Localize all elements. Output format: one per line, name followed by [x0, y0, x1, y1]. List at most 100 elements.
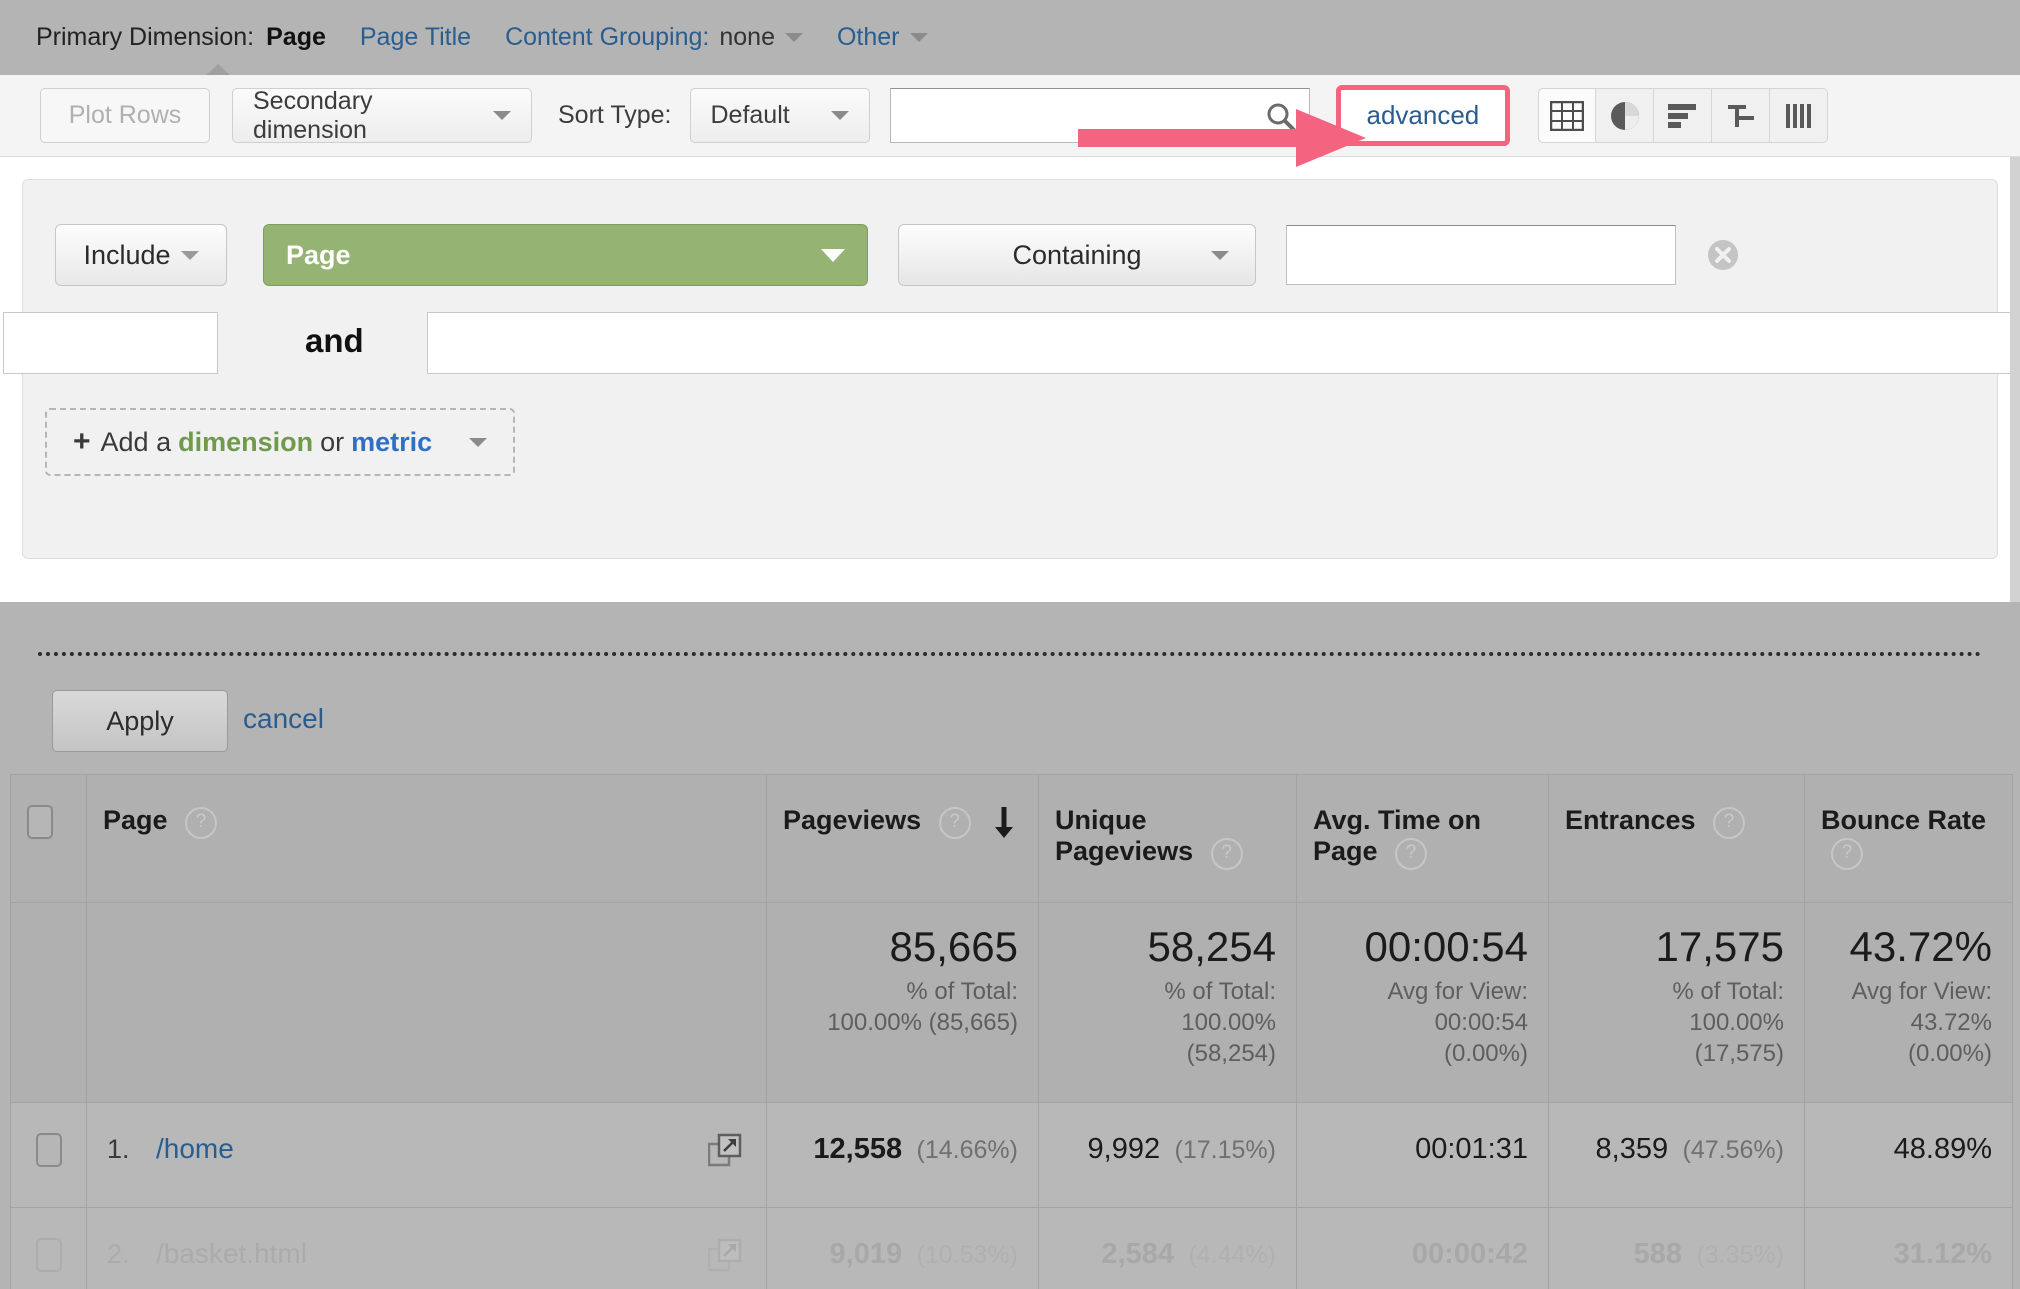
plot-rows-button[interactable]: Plot Rows: [40, 88, 210, 143]
summary-select-cell: [10, 902, 87, 1103]
help-icon[interactable]: ?: [185, 807, 218, 839]
row-avg-time-cell: 00:00:42: [1296, 1207, 1549, 1289]
advanced-filter-panel: Include Page Containing and + Add a dime…: [0, 157, 2020, 602]
row-page-link[interactable]: /home: [156, 1133, 234, 1164]
row-page-link[interactable]: /basket.html: [156, 1238, 307, 1269]
filter-include-exclude-dropdown[interactable]: Include: [55, 224, 227, 286]
summary-bounce-rate-note1: Avg for View:: [1851, 978, 1992, 1006]
row-entrances-value: 588: [1633, 1238, 1682, 1270]
pivot-view-icon[interactable]: [1770, 88, 1829, 143]
primary-dimension-selected-page[interactable]: Page: [266, 23, 326, 52]
column-header-bounce-rate[interactable]: Bounce Rate ?: [1804, 774, 2013, 903]
help-icon[interactable]: ?: [1831, 838, 1863, 870]
add-dimension-word: dimension: [178, 426, 314, 457]
help-icon[interactable]: ?: [1713, 807, 1746, 839]
row-pageviews-pct: (10.53%): [916, 1241, 1018, 1269]
pages-data-table: Page ? Pageviews ? Unique Pageviews ? Av…: [10, 774, 2013, 1289]
chevron-down-icon: [469, 437, 487, 447]
summary-bounce-rate-note2: 43.72%: [1910, 1008, 1992, 1036]
primary-dimension-label: Primary Dimension:: [36, 23, 255, 51]
add-metric-word: metric: [351, 426, 433, 457]
google-analytics-pages-report: Primary Dimension: Page Page Title Conte…: [0, 0, 2020, 1289]
table-row[interactable]: 1. /home 12,558 (14.66%) 9,992 (17.15%) …: [10, 1102, 2013, 1208]
row-checkbox[interactable]: [35, 1133, 62, 1167]
apply-button[interactable]: Apply: [52, 690, 228, 752]
content-grouping-label: Content Grouping:: [505, 23, 710, 51]
row-index: 2.: [107, 1239, 130, 1269]
summary-avg-time-value: 00:00:54: [1364, 923, 1529, 970]
summary-avg-time-note2: 00:00:54: [1434, 1008, 1528, 1036]
table-view-icon[interactable]: [1538, 88, 1597, 143]
filter-actions-bar: Apply cancel: [0, 602, 2020, 774]
add-or-word: or: [320, 426, 345, 457]
summary-pageviews-cell: 85,665 % of Total: 100.00% (85,665): [766, 902, 1039, 1103]
sort-type-button[interactable]: Default: [689, 88, 870, 143]
row-entrances-value: 8,359: [1595, 1133, 1669, 1165]
row-avg-time-value: 00:00:42: [1411, 1238, 1528, 1270]
and-right-input[interactable]: [427, 312, 2017, 374]
chevron-down-icon: [180, 250, 199, 260]
summary-entrances-note1: % of Total:: [1672, 978, 1784, 1006]
row-unique-pageviews-cell: 2,584 (4.44%): [1038, 1207, 1297, 1289]
content-grouping-selector[interactable]: Content Grouping: none: [505, 23, 803, 52]
remove-filter-icon[interactable]: [1706, 238, 1740, 272]
content-grouping-value: none: [719, 23, 775, 51]
summary-unique-pageviews-note2: 100.00%: [1181, 1008, 1276, 1036]
help-icon[interactable]: ?: [1210, 838, 1243, 870]
help-icon[interactable]: ?: [938, 807, 971, 839]
advanced-link[interactable]: advanced: [1367, 100, 1480, 130]
column-header-avg-time-on-page[interactable]: Avg. Time on Page ?: [1296, 774, 1549, 903]
row-pageviews-cell: 9,019 (10.53%): [766, 1207, 1039, 1289]
performance-view-icon[interactable]: [1654, 88, 1713, 143]
row-entrances-pct: (3.35%): [1696, 1241, 1784, 1269]
chevron-down-icon: [1211, 250, 1229, 260]
row-checkbox[interactable]: [35, 1238, 62, 1272]
summary-unique-pageviews-note1: % of Total:: [1164, 978, 1276, 1006]
column-header-unique-pageviews[interactable]: Unique Pageviews ?: [1038, 774, 1297, 903]
secondary-dimension-button[interactable]: Secondary dimension: [232, 86, 532, 144]
row-entrances-cell: 588 (3.35%): [1548, 1207, 1805, 1289]
row-pageviews-pct: (14.66%): [916, 1136, 1018, 1164]
row-pageviews-value: 12,558: [813, 1133, 903, 1165]
row-pageviews-value: 9,019: [829, 1238, 903, 1270]
other-dimension-label: Other: [836, 23, 900, 51]
comparison-view-icon[interactable]: [1712, 88, 1771, 143]
row-index: 1.: [107, 1134, 130, 1164]
primary-dimension-page-title[interactable]: Page Title: [360, 23, 471, 52]
table-header-row: Page ? Pageviews ? Unique Pageviews ? Av…: [10, 774, 2013, 903]
sort-type-value: Default: [710, 101, 790, 129]
sort-descending-icon[interactable]: [992, 805, 1016, 839]
add-text-prefix: Add a: [100, 426, 172, 457]
open-in-new-window-icon[interactable]: [708, 1238, 742, 1272]
filter-value-input[interactable]: [1286, 225, 1676, 285]
filter-dimension-dropdown[interactable]: Page: [263, 224, 868, 286]
row-unique-pageviews-pct: (17.15%): [1174, 1136, 1276, 1164]
summary-avg-time-note3: (0.00%): [1443, 1039, 1528, 1067]
summary-avg-time-cell: 00:00:54 Avg for View: 00:00:54 (0.00%): [1296, 902, 1549, 1103]
other-dimension-selector[interactable]: Other: [837, 23, 928, 52]
cancel-link[interactable]: cancel: [243, 703, 324, 735]
filter-dimension-label: Page: [286, 239, 351, 270]
summary-unique-pageviews-note3: (58,254): [1186, 1039, 1276, 1067]
filter-include-label: Include: [83, 239, 171, 270]
chevron-down-icon: [784, 33, 803, 42]
column-header-entrances[interactable]: Entrances ?: [1548, 774, 1805, 903]
row-page-cell: 1. /home: [86, 1102, 767, 1208]
column-header-pageviews[interactable]: Pageviews ?: [766, 774, 1039, 903]
column-header-page[interactable]: Page ?: [86, 774, 767, 903]
and-left-input[interactable]: [3, 312, 218, 374]
help-icon[interactable]: ?: [1395, 838, 1428, 870]
table-row[interactable]: 2. /basket.html 9,019 (10.53%) 2,584 (4.…: [10, 1207, 2013, 1289]
select-all-header: [10, 774, 87, 903]
chevron-down-icon: [821, 248, 845, 262]
primary-dimension-bar: Primary Dimension: Page Page Title Conte…: [0, 0, 2020, 75]
summary-unique-pageviews-cell: 58,254 % of Total: 100.00% (58,254): [1038, 902, 1297, 1103]
panel-scrollbar[interactable]: [2010, 157, 2020, 602]
add-dimension-or-metric-button[interactable]: + Add a dimension or metric: [45, 408, 515, 476]
pie-chart-view-icon[interactable]: [1596, 88, 1655, 143]
filter-and-row: and: [3, 312, 2017, 384]
filter-match-type-dropdown[interactable]: Containing: [898, 224, 1256, 286]
select-all-checkbox[interactable]: [27, 805, 53, 839]
open-in-new-window-icon[interactable]: [708, 1133, 742, 1167]
secondary-dimension-label: Secondary dimension: [253, 86, 373, 144]
